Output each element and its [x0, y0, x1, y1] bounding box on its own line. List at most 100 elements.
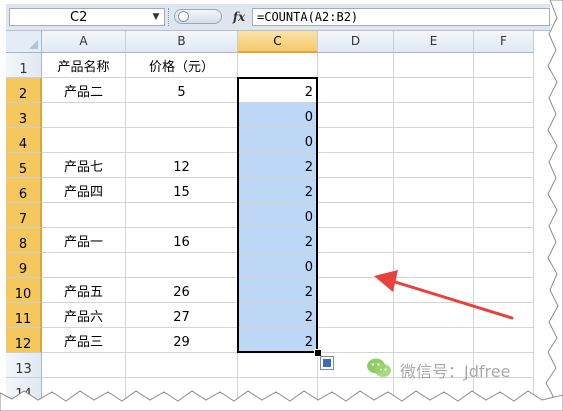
cell-a8[interactable]: 产品一 — [42, 228, 126, 253]
cell-f11[interactable] — [474, 303, 534, 328]
cell-e12[interactable] — [394, 328, 474, 353]
row-header-14[interactable]: 14 — [6, 378, 42, 402]
cell-b2[interactable]: 5 — [126, 78, 238, 103]
cell-f5[interactable] — [474, 153, 534, 178]
row-header-5[interactable]: 5 — [6, 153, 42, 178]
cell-a12[interactable]: 产品三 — [42, 328, 126, 353]
cell-c8[interactable]: 2 — [238, 228, 318, 253]
row-header-3[interactable]: 3 — [6, 103, 42, 128]
cell-c1[interactable] — [238, 53, 318, 78]
cell-d9[interactable] — [318, 253, 394, 278]
cell-f12[interactable] — [474, 328, 534, 353]
cell-c5[interactable]: 2 — [238, 153, 318, 178]
row-header-8[interactable]: 8 — [6, 228, 42, 253]
cell-b7[interactable] — [126, 203, 238, 228]
column-header-a[interactable]: A — [42, 31, 126, 53]
row-header-9[interactable]: 9 — [6, 253, 42, 278]
chevron-down-icon[interactable]: ▼ — [150, 10, 162, 24]
cell-d8[interactable] — [318, 228, 394, 253]
cell-b14[interactable] — [126, 378, 238, 402]
row-header-2[interactable]: 2 — [6, 78, 42, 103]
row-header-10[interactable]: 10 — [6, 278, 42, 303]
cell-e1[interactable] — [394, 53, 474, 78]
cell-c2[interactable]: 2 — [238, 78, 318, 103]
cell-f2[interactable] — [474, 78, 534, 103]
column-header-c[interactable]: C — [238, 31, 318, 53]
cell-f8[interactable] — [474, 228, 534, 253]
cell-e4[interactable] — [394, 128, 474, 153]
cell-b9[interactable] — [126, 253, 238, 278]
cell-c4[interactable]: 0 — [238, 128, 318, 153]
cell-b8[interactable]: 16 — [126, 228, 238, 253]
cell-c10[interactable]: 2 — [238, 278, 318, 303]
cell-e9[interactable] — [394, 253, 474, 278]
cell-a4[interactable] — [42, 128, 126, 153]
cell-a11[interactable]: 产品六 — [42, 303, 126, 328]
cell-d3[interactable] — [318, 103, 394, 128]
row-header-4[interactable]: 4 — [6, 128, 42, 153]
cell-a3[interactable] — [42, 103, 126, 128]
cell-e5[interactable] — [394, 153, 474, 178]
cell-d12[interactable] — [318, 328, 394, 353]
cell-d7[interactable] — [318, 203, 394, 228]
cell-d1[interactable] — [318, 53, 394, 78]
cell-b1[interactable]: 价格（元） — [126, 53, 238, 78]
cell-e10[interactable] — [394, 278, 474, 303]
cell-d2[interactable] — [318, 78, 394, 103]
cell-c9[interactable]: 0 — [238, 253, 318, 278]
cell-c14[interactable] — [238, 378, 318, 402]
cell-f9[interactable] — [474, 253, 534, 278]
cell-a14[interactable] — [42, 378, 126, 402]
cell-a6[interactable]: 产品四 — [42, 178, 126, 203]
cell-d6[interactable] — [318, 178, 394, 203]
cell-b5[interactable]: 12 — [126, 153, 238, 178]
cell-c12[interactable]: 2 — [238, 328, 318, 353]
cell-a7[interactable] — [42, 203, 126, 228]
cell-e11[interactable] — [394, 303, 474, 328]
row-header-12[interactable]: 12 — [6, 328, 42, 353]
cell-d5[interactable] — [318, 153, 394, 178]
cell-b10[interactable]: 26 — [126, 278, 238, 303]
cell-a1[interactable]: 产品名称 — [42, 53, 126, 78]
formula-bar-expand-control[interactable] — [174, 9, 222, 24]
row-header-7[interactable]: 7 — [6, 203, 42, 228]
cell-a2[interactable]: 产品二 — [42, 78, 126, 103]
name-box[interactable]: C2 ▼ — [9, 8, 165, 26]
cell-b12[interactable]: 29 — [126, 328, 238, 353]
cell-a13[interactable] — [42, 353, 126, 378]
cell-f10[interactable] — [474, 278, 534, 303]
column-header-f[interactable]: F — [474, 31, 534, 53]
cell-e7[interactable] — [394, 203, 474, 228]
cell-a5[interactable]: 产品七 — [42, 153, 126, 178]
cell-b3[interactable] — [126, 103, 238, 128]
cell-b4[interactable] — [126, 128, 238, 153]
cell-a9[interactable] — [42, 253, 126, 278]
row-header-11[interactable]: 11 — [6, 303, 42, 328]
cell-c11[interactable]: 2 — [238, 303, 318, 328]
cell-b6[interactable]: 15 — [126, 178, 238, 203]
formula-input[interactable]: =COUNTA(A2:B2) — [252, 8, 550, 26]
cell-d10[interactable] — [318, 278, 394, 303]
column-header-e[interactable]: E — [394, 31, 474, 53]
cell-c6[interactable]: 2 — [238, 178, 318, 203]
cell-c13[interactable] — [238, 353, 318, 378]
cell-b11[interactable]: 27 — [126, 303, 238, 328]
cell-f1[interactable] — [474, 53, 534, 78]
row-header-1[interactable]: 1 — [6, 53, 42, 78]
cell-b13[interactable] — [126, 353, 238, 378]
column-header-b[interactable]: B — [126, 31, 238, 53]
cell-d11[interactable] — [318, 303, 394, 328]
cell-c3[interactable]: 0 — [238, 103, 318, 128]
column-header-d[interactable]: D — [318, 31, 394, 53]
cell-e8[interactable] — [394, 228, 474, 253]
auto-fill-options-button[interactable] — [320, 356, 334, 370]
cell-f3[interactable] — [474, 103, 534, 128]
cell-a10[interactable]: 产品五 — [42, 278, 126, 303]
cell-c7[interactable]: 0 — [238, 203, 318, 228]
insert-function-button[interactable]: fx — [228, 8, 250, 26]
formula-bar-splitter[interactable] — [168, 8, 171, 26]
cell-f4[interactable] — [474, 128, 534, 153]
cell-f7[interactable] — [474, 203, 534, 228]
cell-e2[interactable] — [394, 78, 474, 103]
row-header-13[interactable]: 13 — [6, 353, 42, 378]
